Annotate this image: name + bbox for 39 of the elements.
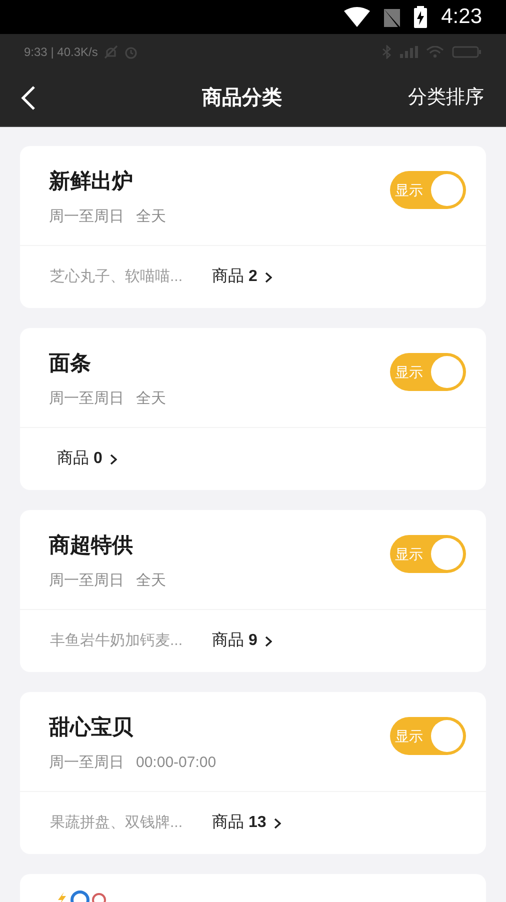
goods-count-link[interactable]: 商品 13 <box>212 811 282 835</box>
schedule-hours: 全天 <box>136 571 166 591</box>
ring-icon <box>70 890 90 902</box>
goods-count-link[interactable]: 商品 9 <box>212 629 272 653</box>
signal-icon <box>400 46 418 58</box>
schedule-hours: 00:00-07:00 <box>136 753 216 773</box>
goods-count-link[interactable]: 商品 0 <box>57 447 118 471</box>
category-name: 新鲜出炉 <box>49 168 134 195</box>
chevron-right-icon <box>274 818 282 828</box>
chevron-right-icon <box>265 272 272 282</box>
system-status-text: 9:33 | 40.3K/s <box>24 44 98 61</box>
lightning-icon <box>56 892 68 902</box>
back-icon[interactable] <box>20 85 36 111</box>
schedule-days: 周一至周日 <box>49 752 124 774</box>
mute-icon <box>104 45 118 59</box>
battery-icon <box>452 46 482 58</box>
category-name: 面条 <box>49 351 92 377</box>
schedule-days: 周一至周日 <box>49 388 124 410</box>
goods-preview: 果蔬拼盘、双钱牌... <box>50 812 184 833</box>
status-time: 4:23 <box>441 4 482 30</box>
chevron-right-icon <box>110 454 118 464</box>
schedule-days: 周一至周日 <box>49 570 124 592</box>
category-name: 商超特供 <box>49 532 134 559</box>
goods-preview: 丰鱼岩牛奶加钙麦... <box>50 630 184 651</box>
wifi-icon <box>426 46 444 58</box>
battery-icon <box>414 6 428 28</box>
schedule-days: 周一至周日 <box>49 206 124 228</box>
alarm-icon <box>124 45 138 59</box>
schedule-hours: 全天 <box>136 207 166 227</box>
bluetooth-icon <box>382 45 392 59</box>
goods-count-link[interactable]: 商品 2 <box>212 265 272 289</box>
category-name: 甜心宝贝 <box>49 714 134 741</box>
goods-preview: 芝心丸子、软喵喵... <box>50 266 184 287</box>
page-title: 商品分类 <box>202 86 282 111</box>
no-sim-icon <box>384 7 400 27</box>
sort-categories-button[interactable]: 分类排序 <box>408 84 484 112</box>
wifi-icon <box>344 7 370 27</box>
schedule-hours: 全天 <box>136 389 166 409</box>
chevron-right-icon <box>265 636 272 646</box>
